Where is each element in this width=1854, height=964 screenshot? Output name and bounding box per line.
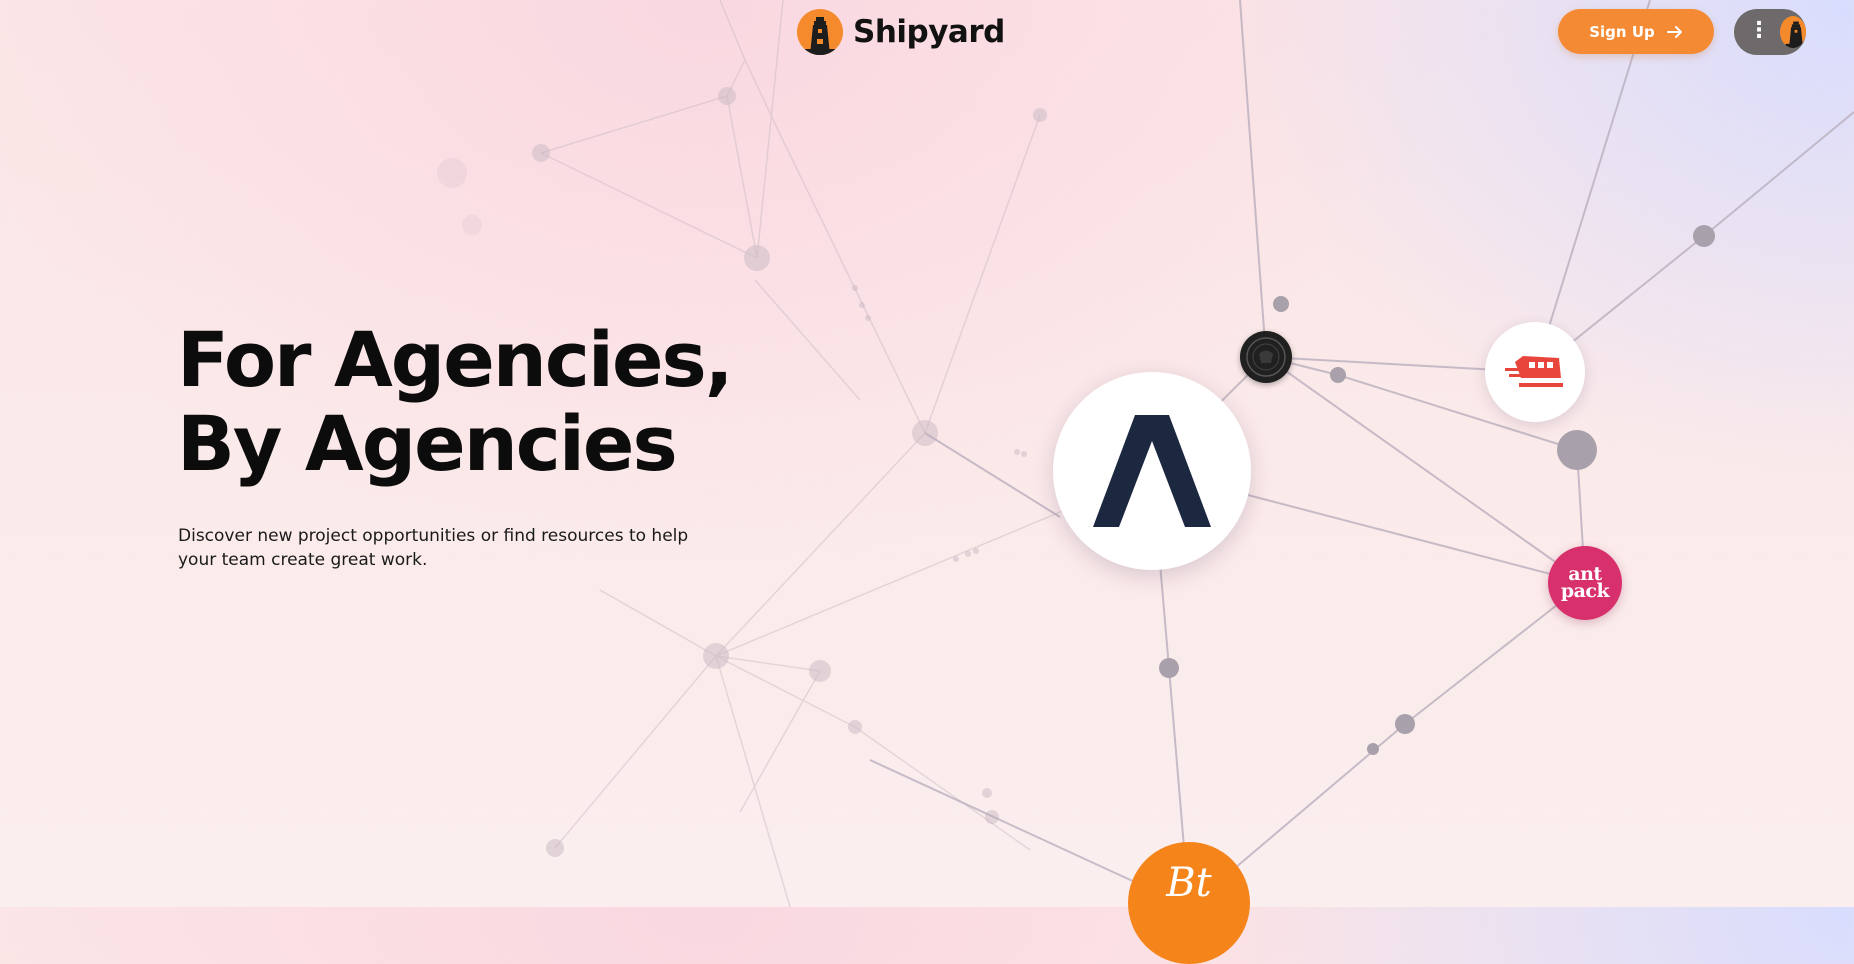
hero-title: For Agencies, By Agencies	[177, 318, 797, 486]
sign-up-label: Sign Up	[1589, 22, 1655, 41]
brand-name: Shipyard	[853, 14, 1005, 50]
sign-up-button[interactable]: Sign Up	[1558, 9, 1714, 54]
hero-description: Discover new project opportunities or fi…	[178, 526, 689, 570]
account-menu-button[interactable]: ⋮	[1734, 9, 1806, 55]
arrow-right-icon	[1666, 25, 1683, 39]
hero-title-line-1: For Agencies,	[177, 315, 734, 404]
antpack-label-2: pack	[1560, 580, 1610, 602]
bus-icon	[1505, 356, 1563, 387]
hero-title-line-2: By Agencies	[177, 399, 678, 488]
antpack-logo-node[interactable]: ant pack	[1548, 546, 1622, 620]
vertical-dots-icon: ⋮	[1748, 17, 1770, 42]
bus-logo-node[interactable]	[1485, 322, 1585, 422]
brand-link[interactable]: Shipyard	[797, 9, 1005, 55]
avatar	[1780, 16, 1806, 48]
seal-icon	[1246, 337, 1286, 377]
seal-logo-node[interactable]	[1240, 331, 1292, 383]
aspect-a-icon	[1093, 415, 1211, 527]
orange-logo-label: Bt	[1166, 860, 1212, 906]
lighthouse-icon	[797, 9, 843, 55]
aspect-logo-node[interactable]	[1053, 372, 1251, 570]
orange-logo-node[interactable]: Bt	[1128, 842, 1250, 964]
top-bar: Shipyard Sign Up ⋮	[0, 0, 1854, 64]
